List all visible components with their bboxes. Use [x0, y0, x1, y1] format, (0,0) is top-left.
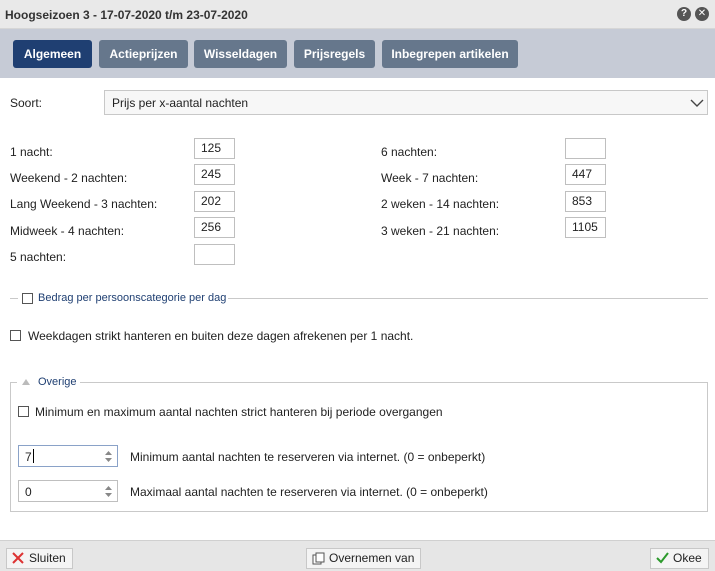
- soort-select[interactable]: Prijs per x-aantal nachten: [104, 90, 708, 115]
- price-label-weekend: Weekend - 2 nachten:: [10, 171, 128, 185]
- price-input-2-weken[interactable]: 853: [565, 191, 606, 212]
- price-label-6-nachten: 6 nachten:: [381, 145, 438, 159]
- price-input-weekend[interactable]: 245: [194, 164, 235, 185]
- tab-actieprijzen[interactable]: Actieprijzen: [99, 40, 188, 68]
- price-label-5-nachten: 5 nachten:: [10, 250, 67, 264]
- x-icon: [12, 552, 24, 564]
- window-title: Hoogseizoen 3 - 17-07-2020 t/m 23-07-202…: [5, 8, 248, 22]
- close-button[interactable]: Sluiten: [6, 548, 73, 569]
- close-icon[interactable]: ✕: [695, 7, 709, 21]
- persons-fieldset-line-left: [10, 298, 18, 299]
- collapse-triangle-icon[interactable]: [22, 378, 30, 385]
- price-input-week[interactable]: 447: [565, 164, 606, 185]
- price-input-3-weken[interactable]: 1105: [565, 217, 606, 238]
- max-nights-label: Maximaal aantal nachten te reserveren vi…: [130, 485, 488, 499]
- soort-label: Soort:: [10, 96, 43, 110]
- checkmark-icon: [656, 552, 669, 564]
- overige-fieldset-right: [707, 382, 708, 512]
- title-bar: Hoogseizoen 3 - 17-07-2020 t/m 23-07-202…: [0, 0, 715, 29]
- soort-value: Prijs per x-aantal nachten: [112, 96, 249, 110]
- price-label-midweek: Midweek - 4 nachten:: [10, 224, 125, 238]
- price-label-3-weken: 3 weken - 21 nachten:: [381, 224, 500, 238]
- price-label-week: Week - 7 nachten:: [381, 171, 479, 185]
- price-label-lang-weekend: Lang Weekend - 3 nachten:: [10, 197, 158, 211]
- overige-fieldset-top-right: [80, 382, 708, 383]
- price-input-lang-weekend[interactable]: 202: [194, 191, 235, 212]
- tab-inbegrepen-artikelen[interactable]: Inbegrepen artikelen: [382, 40, 518, 68]
- chevron-down-icon: [690, 99, 704, 107]
- persons-fieldset-line-right: [228, 298, 708, 299]
- price-input-1-nacht[interactable]: 125: [194, 138, 235, 159]
- min-nights-label: Minimum aantal nachten te reserveren via…: [130, 450, 486, 464]
- tab-strip: Algemeen Actieprijzen Wisseldagen Prijsr…: [0, 29, 715, 78]
- price-input-6-nachten[interactable]: [565, 138, 606, 159]
- overige-fieldset-left: [10, 382, 11, 512]
- tab-wisseldagen[interactable]: Wisseldagen: [194, 40, 287, 68]
- spinner-arrows-icon[interactable]: [104, 449, 113, 464]
- strict-nights-label: Minimum en maximum aantal nachten strict…: [35, 405, 443, 419]
- close-button-label: Sluiten: [29, 551, 66, 565]
- tab-prijsregels[interactable]: Prijsregels: [294, 40, 375, 68]
- copy-icon: [312, 552, 325, 565]
- overige-fieldset-top-left: [10, 382, 17, 383]
- overige-fieldset-bottom: [10, 511, 708, 512]
- price-input-midweek[interactable]: 256: [194, 217, 235, 238]
- text-caret: [33, 449, 34, 463]
- strict-nights-checkbox[interactable]: [18, 406, 29, 417]
- ok-button[interactable]: Okee: [650, 548, 709, 569]
- overige-legend: Overige: [38, 376, 77, 388]
- copy-from-button[interactable]: Overnemen van: [306, 548, 422, 569]
- persons-legend[interactable]: Bedrag per persoonscategorie per dag: [38, 292, 226, 304]
- weekdays-label: Weekdagen strikt hanteren en buiten deze…: [28, 329, 414, 343]
- min-nights-input[interactable]: 7: [18, 445, 118, 467]
- weekdays-checkbox[interactable]: [10, 330, 21, 341]
- copy-from-button-label: Overnemen van: [329, 551, 415, 565]
- price-input-5-nachten[interactable]: [194, 244, 235, 265]
- max-nights-value: 0: [25, 485, 32, 499]
- tab-algemeen[interactable]: Algemeen: [13, 40, 92, 68]
- min-nights-value: 7: [25, 450, 32, 464]
- footer-bar: Sluiten Overnemen van Okee: [0, 540, 715, 571]
- price-label-2-weken: 2 weken - 14 nachten:: [381, 197, 500, 211]
- spinner-arrows-icon[interactable]: [104, 484, 113, 499]
- ok-button-label: Okee: [673, 551, 702, 565]
- persons-checkbox[interactable]: [22, 293, 33, 304]
- price-label-1-nacht: 1 nacht:: [10, 145, 53, 159]
- max-nights-input[interactable]: 0: [18, 480, 118, 502]
- help-icon[interactable]: ?: [677, 7, 691, 21]
